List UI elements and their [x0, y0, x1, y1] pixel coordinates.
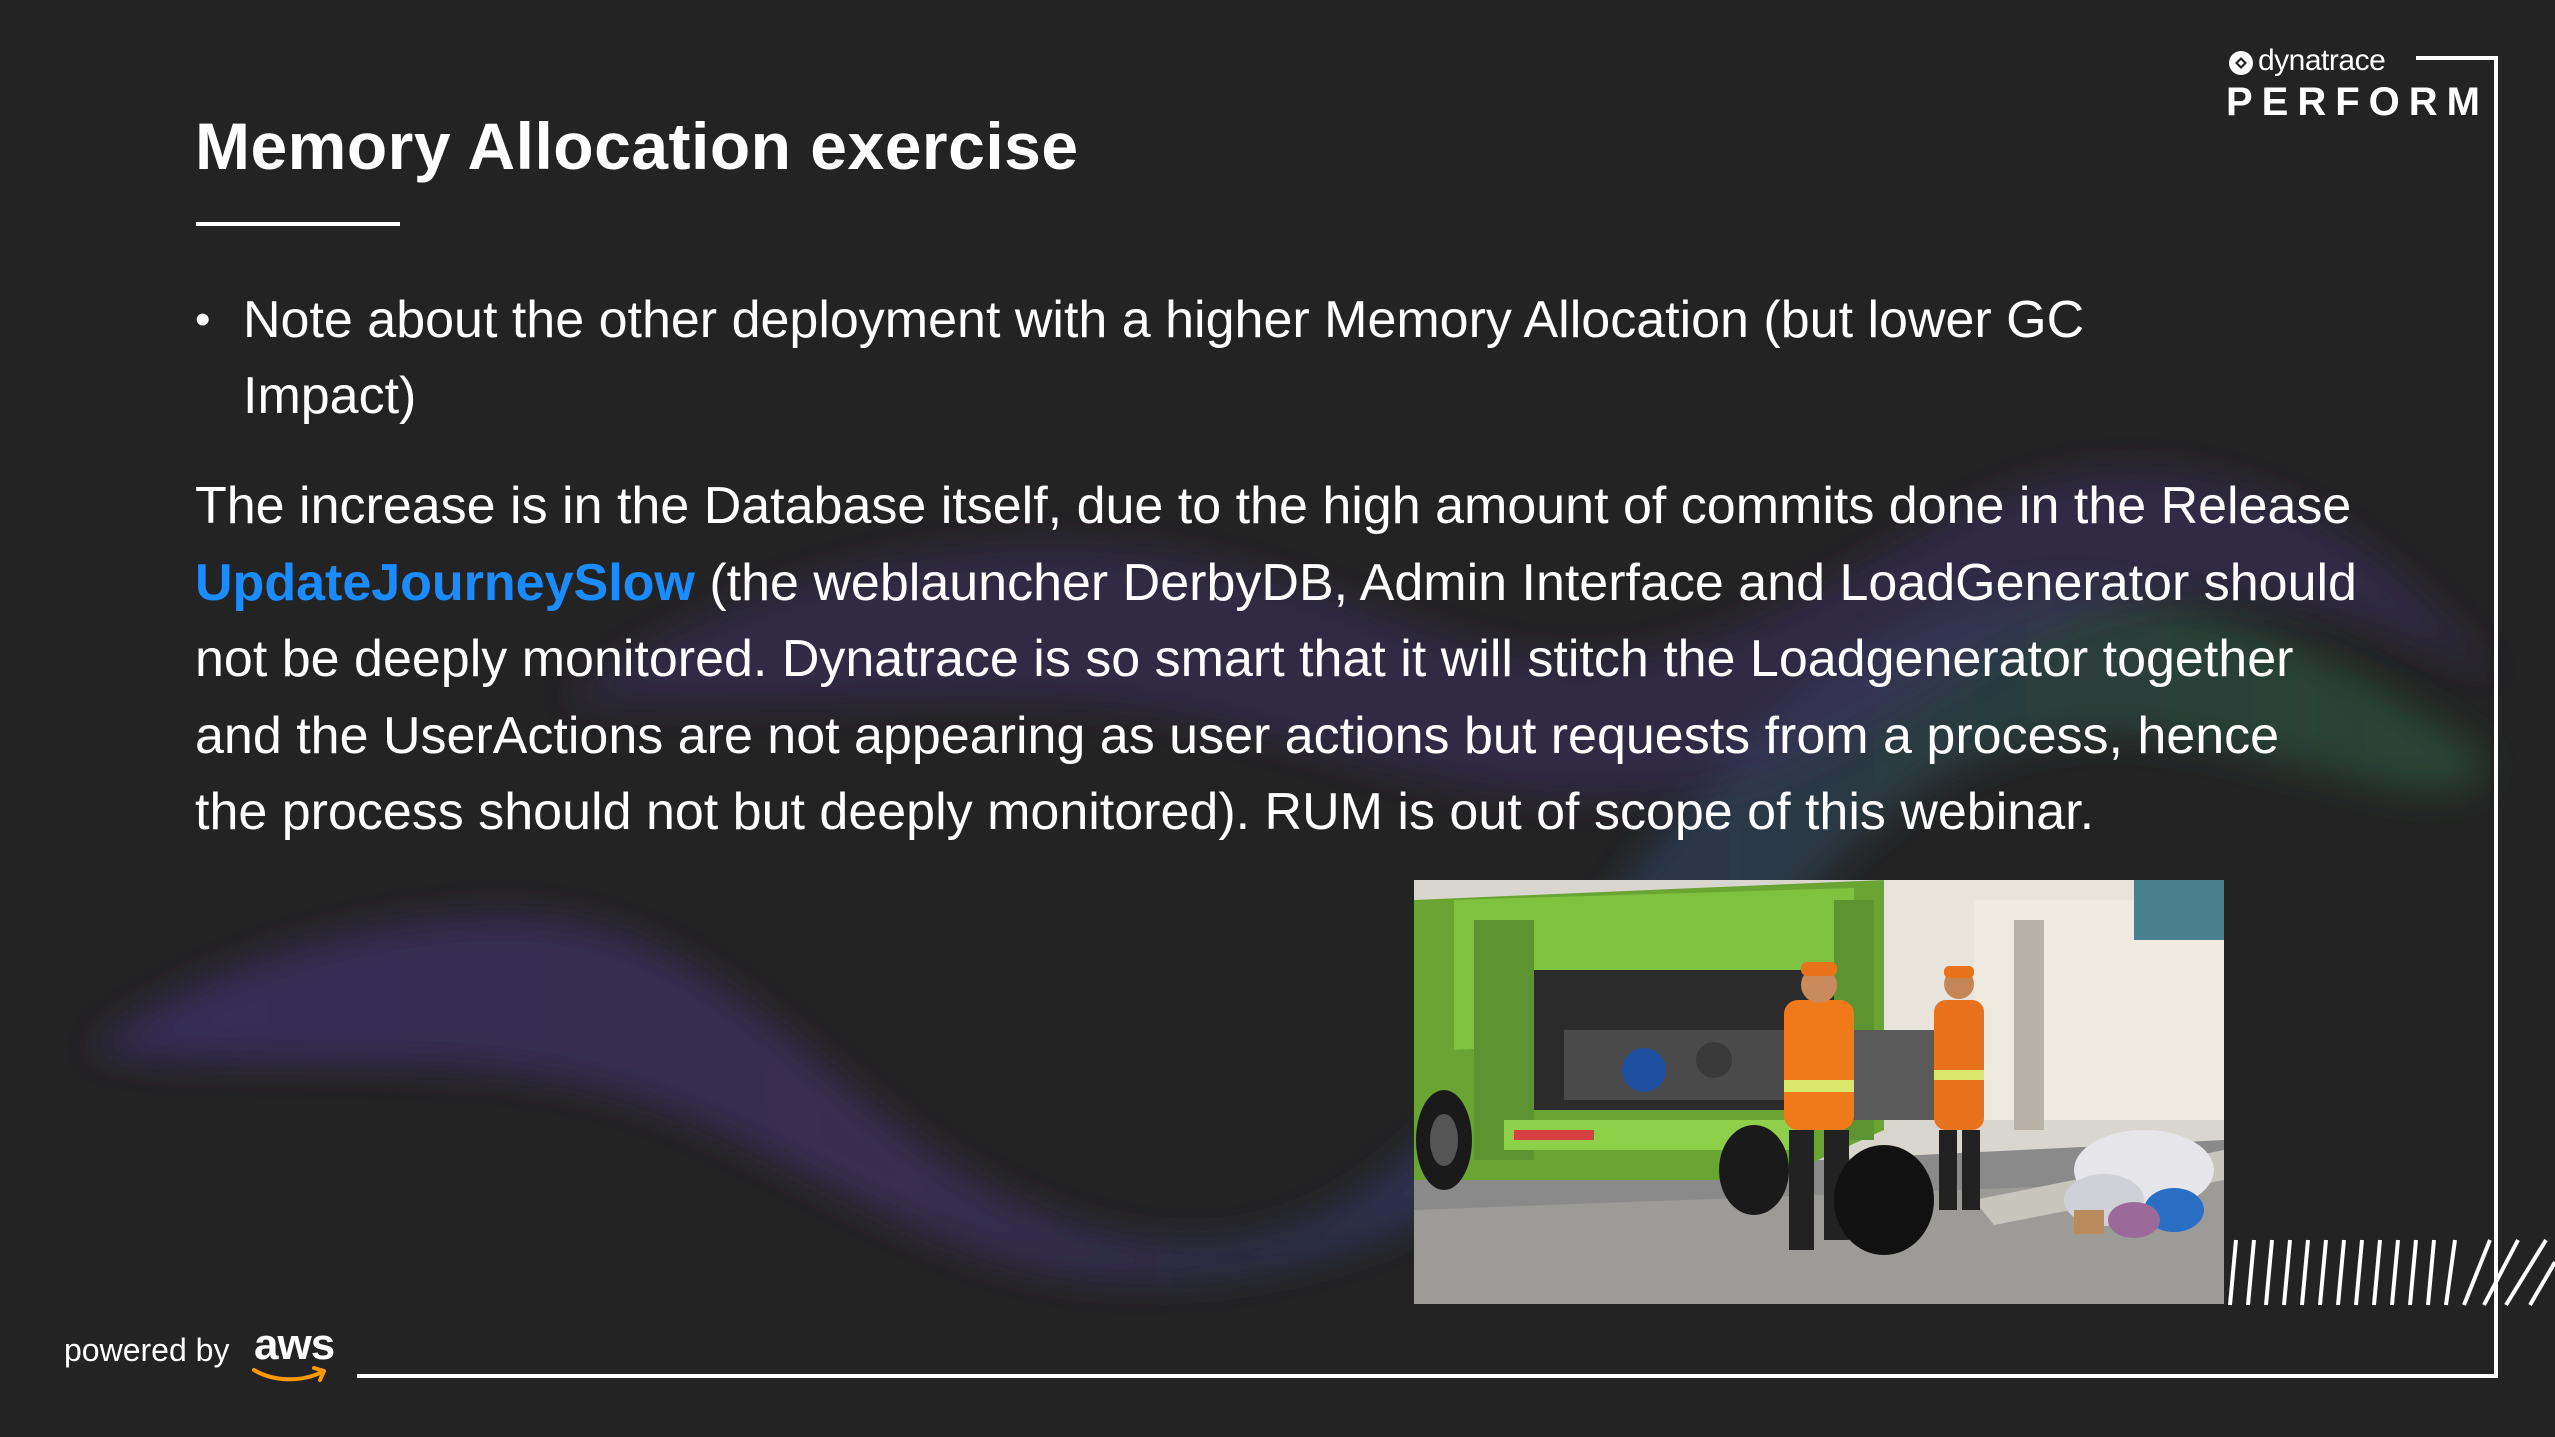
logo-event-text: PERFORM: [2226, 80, 2489, 124]
title-underline: [196, 222, 400, 226]
garbage-collection-photo: [1414, 880, 2224, 1304]
bullet-icon: •: [195, 295, 211, 344]
dynatrace-perform-logo: dynatrace PERFORM: [2226, 44, 2486, 134]
list-item: • Note about the other deployment with a…: [195, 282, 2245, 434]
paragraph-text-before: The increase is in the Database itself, …: [195, 477, 2352, 535]
powered-by-badge: powered by aws: [64, 1320, 344, 1386]
slide: Memory Allocation exercise • Note about …: [0, 0, 2555, 1437]
body-paragraph: The increase is in the Database itself, …: [195, 468, 2365, 851]
aws-smile-icon: [252, 1366, 326, 1382]
bullet-list: • Note about the other deployment with a…: [195, 282, 2245, 434]
dynatrace-logo-icon: [2229, 51, 2253, 75]
powered-by-text: powered by: [64, 1332, 230, 1368]
logo-brand-text: dynatrace: [2258, 44, 2386, 77]
release-name-highlight: UpdateJourneySlow: [195, 553, 695, 612]
aws-logo-text: aws: [254, 1320, 335, 1369]
bullet-text: Note about the other deployment with a h…: [243, 291, 2085, 425]
page-title: Memory Allocation exercise: [195, 109, 1079, 183]
